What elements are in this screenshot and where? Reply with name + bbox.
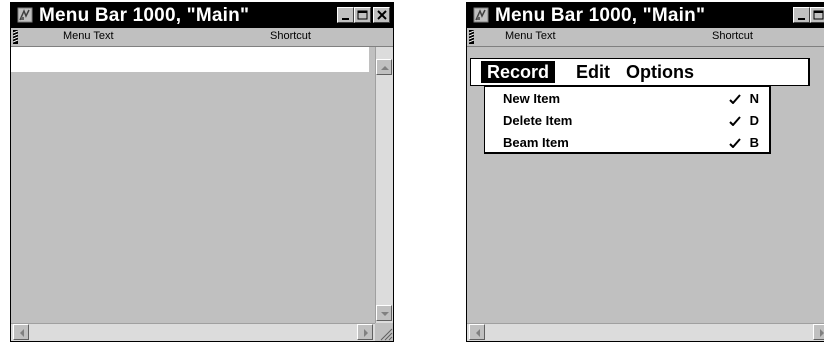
resource-editor-icon (17, 7, 33, 23)
menu-item-delete-item[interactable]: Delete Item D (485, 110, 769, 132)
window-title: Menu Bar 1000, "Main" (495, 5, 706, 26)
menu-item-label: Delete Item (503, 113, 573, 128)
resource-editor-icon (473, 7, 489, 23)
window-title: Menu Bar 1000, "Main" (39, 5, 250, 26)
menu-item-shortcut: N (749, 91, 759, 106)
maximize-button[interactable] (354, 7, 371, 23)
menu-item-beam-item[interactable]: Beam Item B (485, 132, 769, 154)
menu-bar-row[interactable] (11, 47, 369, 72)
column-resize-icon (13, 30, 18, 44)
menu-record[interactable]: Record (481, 61, 556, 83)
scroll-left-button[interactable] (469, 324, 485, 340)
menu-item-new-item[interactable]: New Item N (485, 88, 769, 110)
scroll-right-button[interactable] (813, 324, 824, 340)
command-stroke-icon (729, 116, 741, 126)
column-shortcut[interactable]: Shortcut (270, 30, 311, 42)
minimize-button[interactable] (793, 7, 810, 23)
close-icon (377, 10, 387, 20)
scroll-up-button[interactable] (376, 59, 392, 75)
maximize-icon (813, 10, 824, 20)
column-shortcut[interactable]: Shortcut (712, 30, 753, 42)
menu-item-label: New Item (503, 91, 561, 106)
horizontal-scrollbar[interactable] (11, 323, 375, 341)
menu-bar-editor-window-empty: Menu Bar 1000, "Main" Menu Text Shortcut (10, 2, 394, 342)
command-stroke-icon (729, 94, 741, 104)
minimize-icon (798, 18, 805, 20)
minimize-icon (342, 18, 349, 20)
menu-item-shortcut: B (749, 135, 759, 150)
arrow-left-icon (20, 329, 24, 337)
menu-edit[interactable]: Edit (570, 61, 616, 83)
column-menu-text[interactable]: Menu Text (63, 30, 114, 42)
maximize-button[interactable] (810, 7, 824, 23)
column-header: Menu Text Shortcut (467, 28, 824, 47)
column-header: Menu Text Shortcut (11, 28, 393, 47)
minimize-button[interactable] (337, 7, 354, 23)
menu-bar-preview: Record Edit Options (470, 58, 810, 86)
column-menu-text[interactable]: Menu Text (505, 30, 556, 42)
scroll-down-button[interactable] (376, 305, 392, 321)
maximize-icon (357, 10, 368, 20)
arrow-left-icon (476, 329, 480, 337)
arrow-up-icon (381, 66, 389, 70)
menu-bar-editor-window-preview: Menu Bar 1000, "Main" Menu Text Shortcut (466, 2, 824, 342)
menu-item-shortcut: D (749, 113, 759, 128)
vertical-scrollbar[interactable] (375, 47, 393, 323)
close-button[interactable] (373, 7, 390, 23)
title-bar[interactable]: Menu Bar 1000, "Main" (11, 3, 393, 28)
scroll-left-button[interactable] (13, 324, 29, 340)
scroll-right-button[interactable] (357, 324, 373, 340)
resize-grip[interactable] (375, 323, 393, 341)
command-stroke-icon (729, 138, 741, 148)
horizontal-scrollbar[interactable] (467, 323, 824, 341)
arrow-down-icon (381, 312, 389, 316)
arrow-right-icon (820, 329, 824, 337)
menu-options[interactable]: Options (620, 61, 700, 83)
menu-item-label: Beam Item (503, 135, 569, 150)
column-resize-icon (469, 30, 474, 44)
record-dropdown-menu: New Item N Delete Item D Beam Item B (484, 86, 771, 154)
title-bar[interactable]: Menu Bar 1000, "Main" (467, 3, 824, 28)
resize-grip-icon (380, 328, 393, 341)
arrow-right-icon (364, 329, 368, 337)
